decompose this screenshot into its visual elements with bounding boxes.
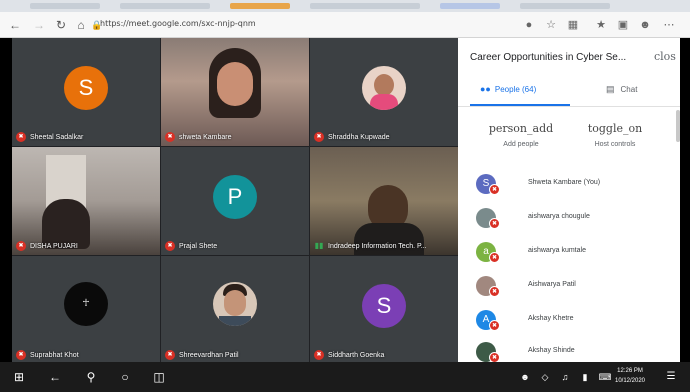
mic-muted-icon: ✖: [489, 184, 500, 195]
participant-name: Indradeep Information Tech. P...: [328, 242, 427, 250]
reading-view-icon[interactable]: ▦: [564, 16, 582, 34]
address-bar: ← → ↻ ⌂ 🔒 https://meet.google.com/sxc-nn…: [0, 12, 690, 38]
tab-chat-label: Chat: [620, 85, 638, 94]
browser-tabstrip: [0, 0, 690, 12]
url-field[interactable]: https://meet.google.com/sxc-nnjp-qnm: [100, 19, 256, 28]
divider: [458, 106, 680, 107]
tab-people-label: People (64): [494, 84, 537, 94]
camera-icon[interactable]: ●: [520, 16, 538, 34]
mic-muted-icon: ✖: [165, 132, 175, 142]
list-item[interactable]: ✖ Aishwarya Patil: [476, 274, 676, 300]
toggle-on-icon: toggle_on: [587, 122, 643, 135]
mic-muted-icon: ✖: [489, 252, 500, 263]
participant-name: Akshay Shinde: [528, 347, 575, 354]
collections-icon[interactable]: ▣: [614, 16, 632, 34]
favorites-icon[interactable]: ★: [592, 16, 610, 34]
host-controls-button[interactable]: toggle_on Host controls: [570, 122, 660, 148]
participant-name: Aishwarya Patil: [528, 281, 576, 288]
clock-time: 12:26 PM: [617, 368, 643, 374]
mic-muted-icon: ✖: [16, 350, 26, 360]
screen: ← → ↻ ⌂ 🔒 https://meet.google.com/sxc-nn…: [0, 0, 690, 392]
tab-people[interactable]: ●● People (64): [480, 84, 536, 94]
mic-muted-icon: ✖: [165, 350, 175, 360]
add-people-label: Add people: [503, 141, 539, 148]
profile-photo: [213, 282, 257, 326]
task-view-icon[interactable]: ◫: [144, 362, 174, 392]
participant-tile[interactable]: S ✖ Siddharth Goenka: [310, 256, 458, 364]
mic-muted-icon: ✖: [489, 352, 500, 362]
mic-muted-icon: ✖: [165, 241, 175, 251]
participant-tile[interactable]: ▮▮ Indradeep Information Tech. P...: [310, 147, 458, 255]
video-face: [217, 62, 253, 106]
avatar: S: [64, 65, 108, 110]
avatar: S: [362, 283, 406, 328]
system-clock[interactable]: 12:26 PM 10/12/2020: [608, 366, 652, 386]
participant-name: aishwarya kumtale: [528, 247, 586, 254]
notifications-icon[interactable]: ☰: [656, 362, 686, 392]
chat-icon: ▤: [606, 84, 615, 94]
back-arrow-icon[interactable]: ←: [40, 362, 70, 392]
person-add-icon: person_add: [488, 122, 554, 135]
participant-name: Prajal Shete: [179, 242, 218, 250]
mic-muted-icon: ✖: [314, 132, 324, 142]
participant-name: Shraddha Kupwade: [328, 133, 390, 141]
mic-muted-icon: ✖: [489, 286, 500, 297]
participant-name: Shreevardhan Patil: [179, 351, 239, 359]
search-icon[interactable]: ⚲: [76, 362, 106, 392]
list-item[interactable]: S ✖ Shweta Kambare (You): [476, 172, 676, 198]
list-item[interactable]: a ✖ aishwarya kumtale: [476, 240, 676, 266]
mic-muted-icon: ✖: [16, 132, 26, 142]
avatar: P: [213, 174, 257, 219]
participant-tile[interactable]: S ✖ Sheetal Sadalkar: [12, 38, 160, 146]
mic-muted-icon: ✖: [489, 320, 500, 331]
add-people-button[interactable]: person_add Add people: [476, 122, 566, 148]
participant-name: Sheetal Sadalkar: [30, 133, 84, 141]
participant-name: Akshay Khetre: [528, 315, 574, 322]
participant-tile[interactable]: P ✖ Prajal Shete: [161, 147, 309, 255]
list-item[interactable]: ✖ aishwarya chougule: [476, 206, 676, 232]
clock-date: 10/12/2020: [614, 378, 646, 384]
participant-name: aishwarya chougule: [528, 213, 590, 220]
host-controls-label: Host controls: [594, 141, 636, 148]
favorite-star-icon[interactable]: ☆: [542, 16, 560, 34]
participant-name: Siddharth Goenka: [328, 351, 385, 359]
meeting-title: Career Opportunities in Cyber Se...: [470, 52, 627, 63]
panel-scrollbar[interactable]: [676, 110, 680, 142]
back-icon[interactable]: ←: [6, 16, 24, 34]
participant-name: Shweta Kambare (You): [528, 179, 601, 186]
list-item[interactable]: ✖ Akshay Shinde: [476, 340, 676, 362]
participant-tile[interactable]: ✖ shweta Kambare: [161, 38, 309, 146]
participant-name: shweta Kambare: [179, 133, 232, 141]
participant-tile[interactable]: ✖ DISHA PUJARI: [12, 147, 160, 255]
participant-tile[interactable]: ✖ Shraddha Kupwade: [310, 38, 458, 146]
more-menu-icon[interactable]: ⋯: [660, 16, 678, 34]
people-panel: Career Opportunities in Cyber Se... clos…: [458, 38, 680, 362]
tab-chat[interactable]: ▤ Chat: [606, 84, 637, 95]
mic-muted-icon: ✖: [16, 241, 26, 251]
refresh-icon[interactable]: ↻: [52, 16, 70, 34]
mic-on-icon: ▮▮: [314, 241, 324, 250]
participant-tile[interactable]: ☥ ✖ Suprabhat Khot: [12, 256, 160, 364]
participant-name: DISHA PUJARI: [30, 242, 78, 250]
participant-tile[interactable]: ✖ Shreevardhan Patil: [161, 256, 309, 364]
profile-icon[interactable]: ☻: [636, 16, 654, 34]
people-icon: ●●: [480, 84, 491, 94]
forward-icon[interactable]: →: [30, 16, 48, 34]
cortana-icon[interactable]: ○: [110, 362, 140, 392]
mic-muted-icon: ✖: [489, 218, 500, 229]
profile-logo-icon: ☥: [64, 282, 108, 326]
meeting-video-grid: S ✖ Sheetal Sadalkar ✖ shweta Kambare ✖ Shr…: [12, 38, 458, 364]
mic-muted-icon: ✖: [314, 350, 324, 360]
list-item[interactable]: A ✖ Akshay Khetre: [476, 308, 676, 334]
close-panel-button[interactable]: clos: [654, 50, 676, 63]
windows-start-icon[interactable]: ⊞: [4, 362, 34, 392]
windows-taskbar: ⊞ ← ⚲ ○ ◫ ☻ ◇ ♫ ▮ ⌨ 12:26 PM 10/12/2020 …: [0, 362, 690, 392]
profile-photo: [362, 66, 406, 110]
participant-name: Suprabhat Khot: [30, 351, 79, 359]
